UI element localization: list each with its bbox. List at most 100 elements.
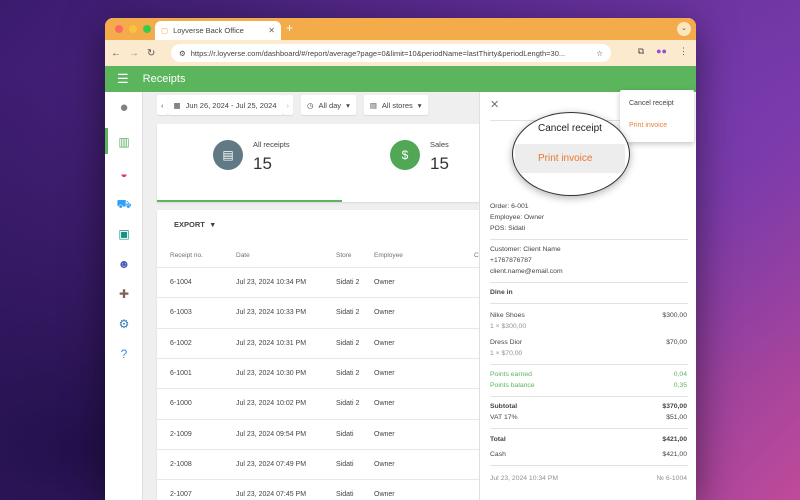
order-number: Order: 6-001 xyxy=(490,203,529,210)
browser-menu-icon[interactable]: ⋮ xyxy=(679,46,688,57)
app-header: ☰ Receipts xyxy=(105,66,696,92)
table-cell-date: Jul 23, 2024 09:54 PM xyxy=(236,430,307,438)
inventory-cart-icon[interactable]: ⛟ xyxy=(116,196,132,212)
print-invoice-zoomed-highlight[interactable]: Print invoice xyxy=(515,144,625,173)
maximize-window-button[interactable] xyxy=(143,25,151,33)
store-filter-dropdown[interactable]: ▤ All stores ▾ xyxy=(363,95,428,115)
table-row[interactable]: 6-1001 Jul 23, 2024 10:30 PM Sidati 2 Owner xyxy=(157,357,479,388)
table-cell-employee: Owner xyxy=(374,460,395,468)
table-row[interactable]: 6-1004 Jul 23, 2024 10:34 PM Sidati 2 Owner xyxy=(157,267,479,297)
browser-tab[interactable]: ▢ Loyverse Back Office ✕ xyxy=(155,21,281,40)
column-header[interactable]: C xyxy=(474,252,479,259)
column-header[interactable]: Receipt no. xyxy=(170,252,203,259)
zoom-callout: Cancel receipt Print invoice xyxy=(512,112,630,196)
points-earned-value: 0,04 xyxy=(673,371,687,378)
bookmark-star-icon[interactable]: ☆ xyxy=(596,49,603,58)
minimize-window-button[interactable] xyxy=(129,25,137,33)
new-tab-button[interactable]: + xyxy=(286,21,293,35)
all-receipts-card[interactable]: ▤ All receipts 15 xyxy=(157,124,342,202)
sales-value: 15 xyxy=(430,154,449,173)
table-cell-date: Jul 23, 2024 07:49 PM xyxy=(236,460,307,468)
table-row[interactable]: 2-1007 Jul 23, 2024 07:45 PM Sidati Owner xyxy=(157,479,479,500)
date-range-label: Jun 26, 2024 - Jul 25, 2024 xyxy=(185,100,277,110)
table-cell-store: Sidati 2 xyxy=(336,400,360,408)
table-cell-employee: Owner xyxy=(374,491,395,499)
reports-icon[interactable]: ▥ xyxy=(116,134,132,150)
divider xyxy=(490,396,688,397)
date-range-picker[interactable]: ▦ Jun 26, 2024 - Jul 25, 2024 xyxy=(167,95,283,115)
profile-icon[interactable]: ●● xyxy=(656,46,667,57)
divider xyxy=(490,303,688,304)
date-next-button[interactable]: › xyxy=(282,95,293,115)
table-cell-date: Jul 23, 2024 10:30 PM xyxy=(236,369,307,377)
hamburger-menu-icon[interactable]: ☰ xyxy=(117,71,129,87)
back-icon[interactable]: ← xyxy=(111,48,121,59)
column-header[interactable]: Date xyxy=(236,252,250,259)
time-filter-dropdown[interactable]: ◷ All day ▾ xyxy=(301,95,356,115)
table-row[interactable]: 6-1003 Jul 23, 2024 10:33 PM Sidati 2 Owner xyxy=(157,297,479,327)
settings-gear-icon[interactable]: ⚙ xyxy=(116,316,132,332)
help-icon[interactable]: ? xyxy=(116,346,132,362)
table-cell-store: Sidati 2 xyxy=(336,369,360,377)
items-basket-icon[interactable]: ◒ xyxy=(116,166,132,182)
table-row[interactable]: 2-1009 Jul 23, 2024 09:54 PM Sidati Owner xyxy=(157,418,479,449)
address-bar[interactable]: ⚙ https://r.loyverse.com/dashboard/#/rep… xyxy=(171,44,611,62)
clock-icon: ◷ xyxy=(307,100,314,110)
navigation-bar: ← → ↻ ⚙ https://r.loyverse.com/dashboard… xyxy=(105,40,696,66)
table-row[interactable]: 6-1002 Jul 23, 2024 10:31 PM Sidati 2 Owner xyxy=(157,327,479,358)
pos-name: POS: Sidati xyxy=(490,225,526,232)
all-receipts-value: 15 xyxy=(253,154,272,173)
column-header[interactable]: Store xyxy=(336,252,352,259)
column-header[interactable]: Employee xyxy=(374,252,403,259)
cancel-receipt-zoomed[interactable]: Cancel receipt xyxy=(538,123,602,134)
print-invoice-menu-item[interactable]: Print invoice xyxy=(629,122,667,129)
divider xyxy=(490,428,688,429)
table-cell-employee: Owner xyxy=(374,309,395,317)
table-cell-no: 2-1009 xyxy=(170,430,192,438)
table-cell-no: 2-1007 xyxy=(170,491,192,499)
vat-value: $51,00 xyxy=(666,414,687,421)
table-cell-store: Sidati xyxy=(336,460,354,468)
site-info-icon[interactable]: ⚙ xyxy=(179,49,186,58)
table-cell-no: 6-1001 xyxy=(170,369,192,377)
reload-icon[interactable]: ↻ xyxy=(147,48,155,59)
receipt-date: Jul 23, 2024 10:34 PM xyxy=(490,475,559,482)
calendar-icon: ▦ xyxy=(173,100,181,110)
integrations-icon[interactable]: ✚ xyxy=(116,286,132,302)
payment-method-label: Cash xyxy=(490,451,506,458)
sales-label: Sales xyxy=(430,140,449,149)
sidebar-active-indicator xyxy=(105,128,108,154)
employees-icon[interactable]: ▣ xyxy=(116,226,132,242)
table-row[interactable]: 2-1008 Jul 23, 2024 07:49 PM Sidati Owner xyxy=(157,448,479,479)
divider xyxy=(490,239,688,240)
export-button[interactable]: EXPORT ▾ xyxy=(174,220,215,229)
subtotal-value: $370,00 xyxy=(662,403,687,410)
filters-bar: ‹ ▦ Jun 26, 2024 - Jul 25, 2024 › ◷ All … xyxy=(157,95,428,115)
forward-icon[interactable]: → xyxy=(129,48,139,59)
table-cell-store: Sidati 2 xyxy=(336,339,360,347)
table-cell-employee: Owner xyxy=(374,339,395,347)
close-window-button[interactable] xyxy=(115,25,123,33)
extensions-icon[interactable]: ⧉ xyxy=(638,46,644,57)
cancel-receipt-menu-item[interactable]: Cancel receipt xyxy=(629,100,674,107)
account-icon[interactable]: ● xyxy=(116,100,132,116)
table-cell-no: 2-1008 xyxy=(170,460,192,468)
close-tab-icon[interactable]: ✕ xyxy=(268,26,275,35)
table-cell-no: 6-1004 xyxy=(170,279,192,286)
total-value: $421,00 xyxy=(662,436,687,443)
date-prev-button[interactable]: ‹ xyxy=(157,95,168,115)
item-quantity: 1 × $70,00 xyxy=(490,350,523,357)
customers-icon[interactable]: ☻ xyxy=(116,256,132,272)
favicon-icon: ▢ xyxy=(161,26,169,35)
receipts-table: EXPORT ▾ Receipt no. Date Store Employee… xyxy=(157,210,479,500)
table-cell-store: Sidati 2 xyxy=(336,309,360,317)
table-cell-no: 6-1003 xyxy=(170,309,192,317)
table-cell-employee: Owner xyxy=(374,430,395,438)
tab-bar: ▢ Loyverse Back Office ✕ + ⌄ xyxy=(105,18,696,40)
window-controls xyxy=(115,25,151,33)
table-row[interactable]: 6-1000 Jul 23, 2024 10:02 PM Sidati 2 Owner xyxy=(157,388,479,418)
close-icon[interactable]: ✕ xyxy=(490,98,499,111)
url-text: https://r.loyverse.com/dashboard/#/repor… xyxy=(190,48,566,58)
tab-search-icon[interactable]: ⌄ xyxy=(677,22,691,36)
item-name: Dress Dior xyxy=(490,339,523,346)
